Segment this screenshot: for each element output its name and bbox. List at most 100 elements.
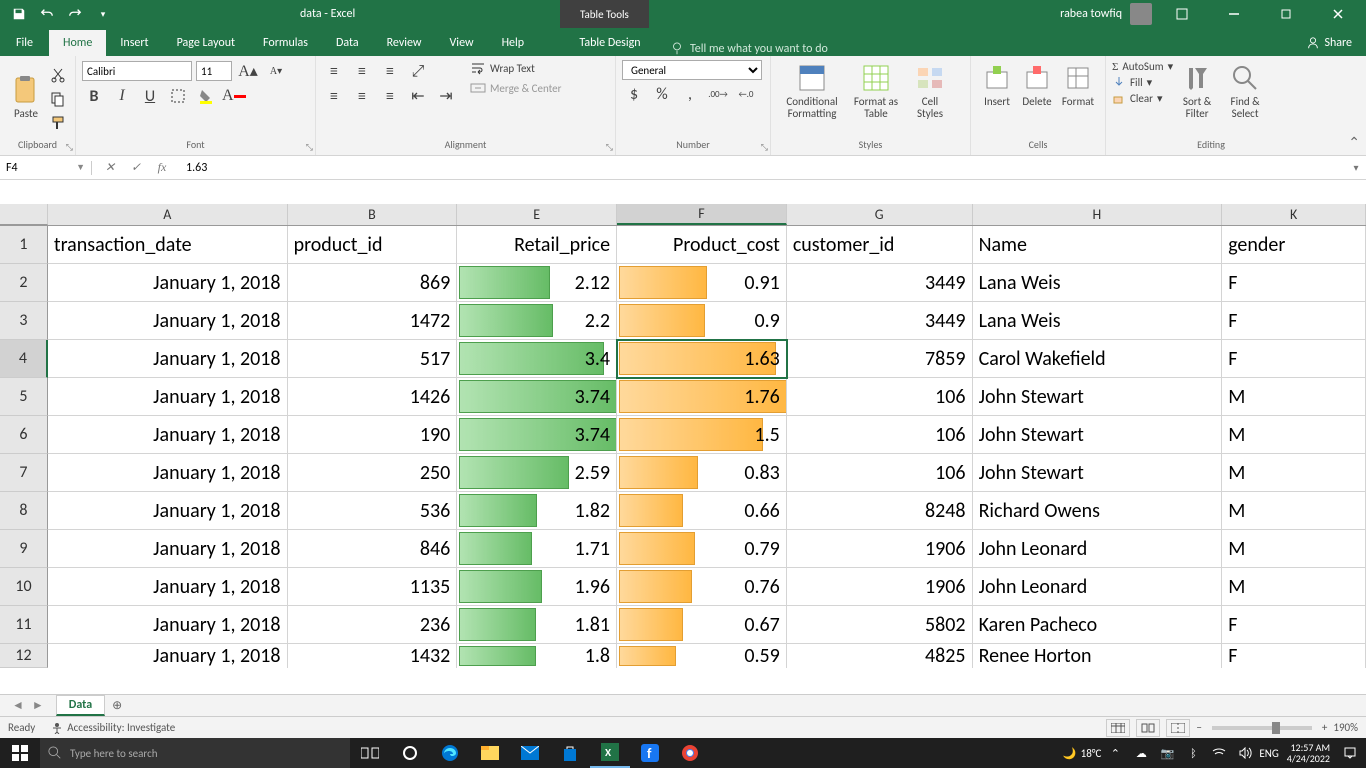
cell[interactable]: 1135 — [288, 568, 458, 606]
page-layout-view-icon[interactable] — [1136, 719, 1160, 737]
page-break-view-icon[interactable] — [1166, 719, 1190, 737]
minimize-button[interactable] — [1212, 0, 1256, 28]
cell[interactable]: 1.8 — [457, 644, 617, 668]
col-header-K[interactable]: K — [1222, 204, 1366, 225]
header-cell[interactable]: customer_id — [787, 226, 973, 264]
delete-cells-button[interactable]: Delete — [1017, 60, 1057, 110]
conditional-formatting-button[interactable]: Conditional Formatting — [777, 60, 847, 122]
cell[interactable]: Carol Wakefield — [973, 340, 1223, 378]
row-header[interactable]: 3 — [0, 302, 48, 340]
cell[interactable]: 8248 — [787, 492, 973, 530]
number-dialog-launcher[interactable]: ⤡ — [761, 142, 768, 153]
cell[interactable]: 3.4 — [457, 340, 617, 378]
cell[interactable]: Lana Weis — [973, 302, 1223, 340]
col-header-G[interactable]: G — [787, 204, 973, 225]
cell[interactable]: January 1, 2018 — [48, 606, 288, 644]
row-header[interactable]: 6 — [0, 416, 48, 454]
excel-taskbar-icon[interactable]: X — [590, 738, 630, 768]
cell[interactable]: F — [1222, 644, 1366, 668]
tab-review[interactable]: Review — [373, 30, 436, 56]
tell-me-search[interactable]: Tell me what you want to do — [670, 42, 828, 56]
align-top-icon[interactable]: ≡ — [322, 60, 346, 82]
cell[interactable]: John Stewart — [973, 378, 1223, 416]
cell[interactable]: January 1, 2018 — [48, 644, 288, 668]
italic-icon[interactable]: I — [110, 85, 134, 107]
cell[interactable]: M — [1222, 378, 1366, 416]
cell[interactable]: F — [1222, 302, 1366, 340]
bold-icon[interactable]: B — [82, 85, 106, 107]
tab-page-layout[interactable]: Page Layout — [163, 30, 249, 56]
task-view-icon[interactable] — [350, 738, 390, 768]
edge-icon[interactable] — [430, 738, 470, 768]
cell[interactable]: 869 — [288, 264, 458, 302]
share-button[interactable]: Share — [1292, 30, 1366, 56]
expand-formula-bar-icon[interactable]: ▾ — [1346, 161, 1366, 174]
close-button[interactable] — [1316, 0, 1360, 28]
bluetooth-icon[interactable]: ᛒ — [1181, 738, 1205, 768]
volume-icon[interactable] — [1233, 738, 1257, 768]
decrease-decimal-icon[interactable]: ←.0 — [734, 83, 758, 105]
normal-view-icon[interactable] — [1106, 719, 1130, 737]
notifications-icon[interactable] — [1338, 738, 1362, 768]
col-header-B[interactable]: B — [288, 204, 458, 225]
cell[interactable]: John Stewart — [973, 454, 1223, 492]
header-cell[interactable]: Retail_price — [457, 226, 617, 264]
insert-cells-button[interactable]: Insert — [977, 60, 1017, 110]
add-sheet-icon[interactable]: ⊕ — [105, 698, 129, 713]
cell[interactable]: M — [1222, 530, 1366, 568]
cell[interactable]: 1.82 — [457, 492, 617, 530]
chrome-icon[interactable] — [670, 738, 710, 768]
tray-chevron-icon[interactable]: ⌃ — [1103, 738, 1127, 768]
cortana-icon[interactable] — [390, 738, 430, 768]
cell[interactable]: 2.59 — [457, 454, 617, 492]
cell[interactable]: 1426 — [288, 378, 458, 416]
fill-color-icon[interactable] — [194, 85, 218, 107]
font-size-input[interactable] — [196, 61, 232, 81]
align-middle-icon[interactable]: ≡ — [350, 60, 374, 82]
cell[interactable]: 846 — [288, 530, 458, 568]
tab-file[interactable]: File — [0, 30, 49, 56]
cell[interactable]: 1.5 — [617, 416, 787, 454]
system-clock[interactable]: 12:57 AM 4/24/2022 — [1281, 742, 1336, 764]
format-cells-button[interactable]: Format — [1057, 60, 1099, 110]
row-header[interactable]: 12 — [0, 644, 48, 668]
tab-view[interactable]: View — [436, 30, 488, 56]
percent-format-icon[interactable]: % — [650, 83, 674, 105]
cell[interactable]: 106 — [787, 378, 973, 416]
format-painter-icon[interactable] — [46, 112, 70, 134]
align-left-icon[interactable]: ≡ — [322, 85, 346, 107]
cell[interactable]: 2.12 — [457, 264, 617, 302]
cell[interactable]: F — [1222, 264, 1366, 302]
cell[interactable]: John Stewart — [973, 416, 1223, 454]
col-header-F[interactable]: F — [617, 204, 787, 225]
zoom-slider[interactable] — [1212, 726, 1312, 730]
decrease-indent-icon[interactable]: ⇤ — [406, 85, 430, 107]
font-color-icon[interactable]: A — [222, 85, 246, 107]
cell[interactable]: 517 — [288, 340, 458, 378]
cell[interactable]: January 1, 2018 — [48, 378, 288, 416]
facebook-icon[interactable]: f — [630, 738, 670, 768]
cancel-formula-icon[interactable]: ✕ — [98, 160, 122, 175]
row-header[interactable]: 5 — [0, 378, 48, 416]
cell[interactable]: F — [1222, 340, 1366, 378]
tab-data[interactable]: Data — [322, 30, 373, 56]
cell[interactable]: Richard Owens — [973, 492, 1223, 530]
cell[interactable]: January 1, 2018 — [48, 568, 288, 606]
meet-now-icon[interactable]: 📷 — [1155, 738, 1179, 768]
merge-center-button[interactable]: Merge & Center — [470, 80, 562, 96]
clear-button[interactable]: Clear ▾ — [1112, 91, 1173, 105]
cell[interactable]: 2.2 — [457, 302, 617, 340]
cell[interactable]: John Leonard — [973, 568, 1223, 606]
header-cell[interactable]: gender — [1222, 226, 1366, 264]
cell[interactable]: 3.74 — [457, 378, 617, 416]
cell[interactable]: 106 — [787, 454, 973, 492]
sheet-nav-next-icon[interactable]: ► — [32, 698, 44, 713]
accounting-format-icon[interactable]: $ — [622, 83, 646, 105]
sheet-nav-prev-icon[interactable]: ◄ — [12, 698, 24, 713]
header-cell[interactable]: Name — [973, 226, 1223, 264]
cell[interactable]: January 1, 2018 — [48, 416, 288, 454]
cell[interactable]: 3449 — [787, 302, 973, 340]
clipboard-dialog-launcher[interactable]: ⤡ — [66, 142, 73, 153]
header-cell[interactable]: transaction_date — [48, 226, 288, 264]
language-indicator[interactable]: ENG — [1259, 738, 1278, 768]
